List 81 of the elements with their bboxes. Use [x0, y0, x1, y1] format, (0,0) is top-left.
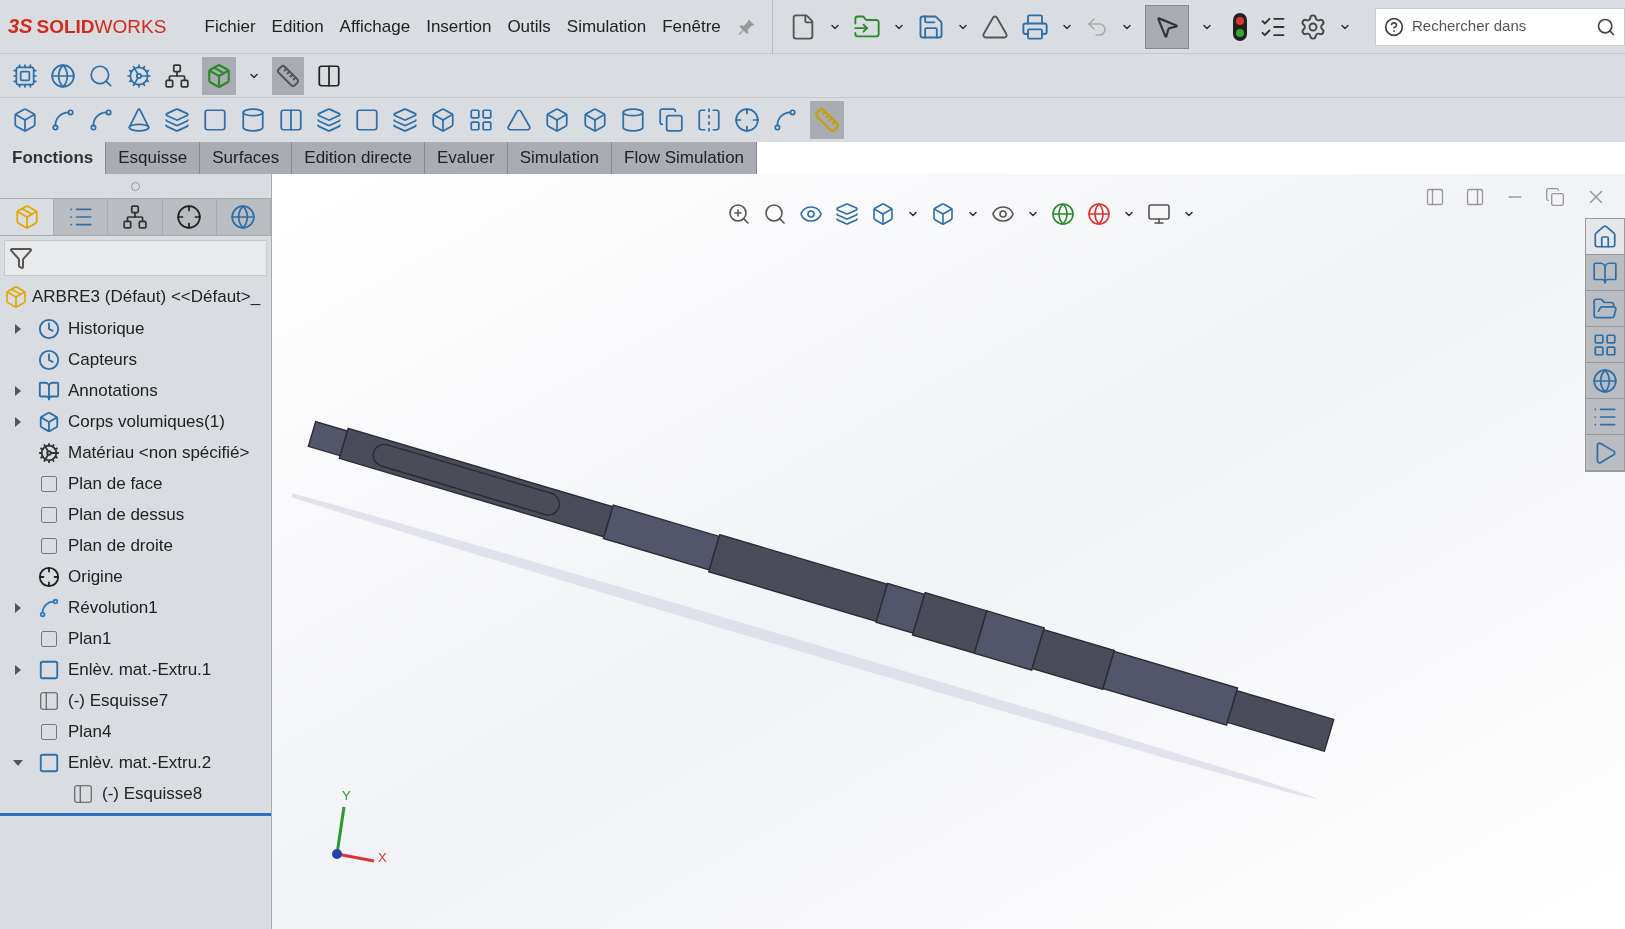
collapsed-arrow-icon[interactable]: [15, 416, 21, 427]
tree-item-label[interactable]: Plan1: [68, 625, 112, 652]
zoom-area-icon[interactable]: [763, 202, 787, 226]
pin-icon[interactable]: [736, 16, 756, 37]
command-tab[interactable]: Evaluer: [425, 142, 508, 174]
zoom-fit-icon[interactable]: [727, 202, 751, 226]
tree-item-label[interactable]: Enlèv. mat.-Extru.1: [68, 656, 212, 683]
expanded-arrow-icon[interactable]: [13, 759, 23, 766]
menu-item[interactable]: Insertion: [426, 13, 492, 40]
menu-item[interactable]: Simulation: [566, 13, 647, 40]
print-icon[interactable]: [1021, 12, 1049, 41]
target-icon[interactable]: [176, 204, 203, 230]
restore-icon[interactable]: [1545, 187, 1565, 207]
globe-icon[interactable]: [50, 62, 76, 89]
collapsed-arrow-icon[interactable]: [15, 664, 21, 675]
tree-item-label[interactable]: Capteurs: [68, 346, 137, 373]
plane-icon: [39, 628, 59, 649]
tree-item-label[interactable]: Plan de face: [68, 470, 163, 497]
filter-icon[interactable]: [9, 246, 33, 270]
gears-icon[interactable]: [126, 62, 152, 89]
chip-icon[interactable]: [12, 62, 38, 89]
mirror-icon[interactable]: [696, 107, 722, 133]
search-icon[interactable]: [1596, 16, 1616, 37]
clock-icon: [38, 317, 60, 340]
home-icon[interactable]: [1592, 223, 1618, 250]
tree-item-label[interactable]: Historique: [68, 315, 145, 342]
traffic-light-icon[interactable]: [1233, 12, 1247, 41]
plane-icon: [39, 473, 59, 494]
folder-icon[interactable]: [1592, 295, 1618, 322]
pattern-icon[interactable]: [468, 107, 494, 133]
globe-icon[interactable]: [1592, 367, 1618, 394]
gear-icon: [38, 441, 60, 464]
toolbox-button[interactable]: [202, 56, 236, 95]
clock-icon: [38, 348, 60, 371]
panel-left-icon[interactable]: [1425, 187, 1445, 207]
y-axis-label: Y: [342, 786, 351, 805]
tree-icon[interactable]: [164, 62, 190, 89]
menu-item[interactable]: Affichage: [339, 13, 411, 40]
command-tab[interactable]: Edition directe: [292, 142, 426, 174]
tree-item-label[interactable]: Annotations: [68, 377, 158, 404]
filter-field[interactable]: [4, 240, 267, 276]
tree-item-label[interactable]: Origine: [68, 563, 123, 590]
library-icon[interactable]: [1592, 259, 1618, 286]
select-button[interactable]: [1145, 4, 1189, 49]
plane-icon: [39, 504, 59, 525]
tree-item-label[interactable]: (-) Esquisse8: [102, 780, 203, 807]
app-logo: 3S SOLIDWORKS: [7, 14, 168, 40]
help-icon[interactable]: [1384, 16, 1404, 37]
tree-item-label[interactable]: Plan de dessus: [68, 501, 185, 528]
command-tab[interactable]: Esquisse: [106, 142, 201, 174]
tree-icon[interactable]: [122, 204, 148, 230]
book-icon: [38, 379, 60, 402]
globe-icon[interactable]: [230, 204, 257, 230]
tree-item-label[interactable]: Plan4: [68, 718, 112, 745]
collapsed-arrow-icon[interactable]: [15, 323, 21, 334]
settings-icon[interactable]: [1299, 12, 1327, 41]
command-tab[interactable]: Surfaces: [200, 142, 293, 174]
search-field[interactable]: Rechercher dans: [1412, 15, 1588, 38]
panel-right-icon[interactable]: [1465, 187, 1485, 207]
tree-item-label[interactable]: Plan de droite: [68, 532, 173, 559]
tree-item-label[interactable]: Enlèv. mat.-Extru.2: [68, 749, 212, 776]
plane-icon: [39, 535, 59, 556]
menu-item[interactable]: Edition: [271, 13, 324, 40]
command-tab[interactable]: Simulation: [507, 142, 613, 174]
tree-root-label[interactable]: ARBRE3 (Défaut) <<Défaut>_: [32, 283, 261, 310]
plane-icon: [39, 721, 59, 742]
menu-item[interactable]: Fichier: [204, 13, 256, 40]
tree-item-label[interactable]: Révolution1: [68, 594, 158, 621]
collapsed-arrow-icon[interactable]: [15, 385, 21, 396]
menu-item[interactable]: Fenêtre: [662, 13, 721, 40]
tree-item-label[interactable]: Matériau <non spécifié>: [68, 439, 250, 466]
monitor-icon[interactable]: [1147, 202, 1171, 226]
lens-icon[interactable]: [88, 62, 114, 89]
tree-item-label[interactable]: Corps volumiques(1): [68, 408, 225, 435]
cube-icon: [38, 410, 60, 433]
command-tab[interactable]: Flow Simulation: [612, 142, 758, 174]
tree-item-label[interactable]: (-) Esquisse7: [68, 687, 169, 714]
x-axis-label: X: [378, 848, 387, 867]
search-box[interactable]: Rechercher dans: [1375, 7, 1625, 46]
collapsed-arrow-icon[interactable]: [15, 602, 21, 613]
menu-item[interactable]: Outils: [507, 13, 551, 40]
